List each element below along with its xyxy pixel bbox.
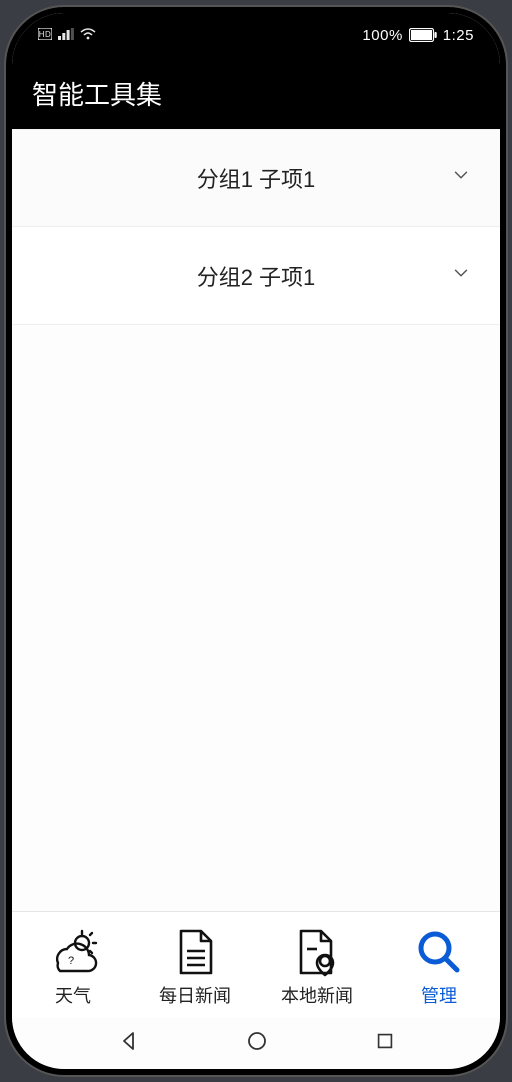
hd-icon: HD: [38, 28, 52, 43]
group-label: 分组2 子项1: [197, 260, 316, 292]
signal-icon: [58, 28, 74, 43]
page-title: 智能工具集: [32, 75, 162, 112]
phone-screen: HD 100% 1:25 智能工具集: [12, 13, 500, 1069]
tab-label: 本地新闻: [281, 982, 353, 1008]
news-icon: [173, 926, 217, 978]
back-icon[interactable]: [117, 1029, 141, 1058]
tab-label: 每日新闻: [159, 982, 231, 1008]
home-icon[interactable]: [245, 1029, 269, 1058]
recent-icon[interactable]: [374, 1030, 396, 1057]
system-nav: [12, 1017, 500, 1069]
tab-manage[interactable]: 管理: [378, 926, 500, 1008]
status-left: HD: [38, 28, 96, 43]
wifi-icon: [80, 28, 96, 43]
chevron-down-icon: [450, 262, 472, 290]
group-row[interactable]: 分组2 子项1: [12, 227, 500, 325]
svg-text:HD: HD: [39, 30, 52, 39]
chevron-down-icon: [450, 164, 472, 192]
local-news-icon: [295, 926, 339, 978]
status-right: 100% 1:25: [362, 27, 474, 44]
group-label: 分组1 子项1: [197, 162, 316, 194]
content-area: 分组1 子项1 分组2 子项1: [12, 129, 500, 911]
tab-weather[interactable]: ? 天气: [12, 926, 134, 1008]
weather-icon: ?: [46, 926, 100, 978]
bottom-nav: ? 天气: [12, 911, 500, 1017]
clock: 1:25: [443, 27, 474, 44]
app-bar: 智能工具集: [12, 57, 500, 129]
tab-label: 管理: [421, 982, 457, 1008]
battery-percent: 100%: [362, 27, 402, 44]
tab-label: 天气: [55, 982, 91, 1008]
tab-daily-news[interactable]: 每日新闻: [134, 926, 256, 1008]
phone-frame: HD 100% 1:25 智能工具集: [6, 7, 506, 1075]
group-row[interactable]: 分组1 子项1: [12, 129, 500, 227]
manage-icon: [415, 926, 463, 978]
status-bar: HD 100% 1:25: [12, 13, 500, 57]
battery-icon: [409, 28, 437, 42]
tab-local-news[interactable]: 本地新闻: [256, 926, 378, 1008]
svg-text:?: ?: [68, 955, 74, 967]
